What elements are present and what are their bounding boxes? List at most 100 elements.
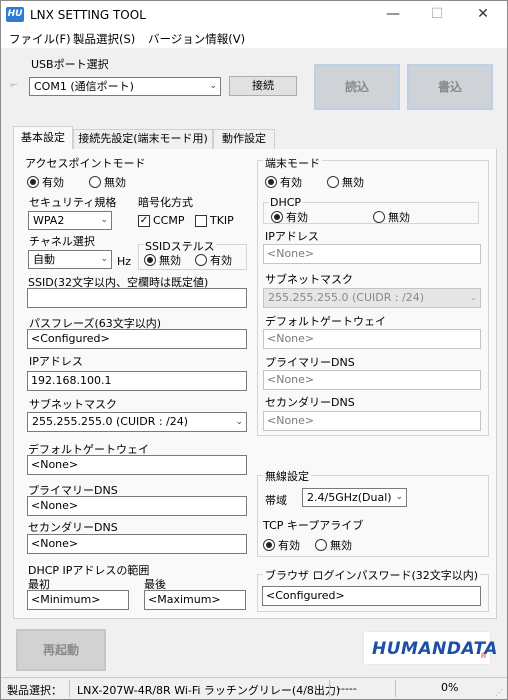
security-select[interactable]: WPA2 ⌄ — [28, 211, 112, 230]
dhcp-label: DHCP — [269, 196, 303, 209]
encryption-label: 暗号化方式 — [138, 196, 193, 209]
radio-icon — [89, 176, 101, 188]
menu-version-info[interactable]: バージョン情報(V) — [148, 31, 245, 47]
tab-basic-settings[interactable]: 基本設定 — [13, 126, 73, 150]
ap-dns2-label-text: セカンダリーDNS — [28, 521, 118, 534]
keepalive-disable-radio[interactable]: 無効 — [315, 537, 352, 553]
status-product-label: 製品選択： — [7, 684, 62, 697]
ap-subnet-value: 255.255.255.0 (CUIDR : /24) — [32, 415, 189, 428]
browser-password-input[interactable]: <Configured> — [262, 586, 481, 606]
channel-value: 自動 — [33, 253, 55, 266]
minimize-button[interactable]: — — [371, 1, 415, 29]
radio-icon — [373, 211, 385, 223]
chevron-down-icon: ⌄ — [100, 215, 108, 225]
tkip-checkbox[interactable]: TKIP — [195, 214, 234, 227]
radio-icon — [271, 211, 283, 223]
security-value: WPA2 — [33, 214, 65, 227]
tab-operation-settings[interactable]: 動作設定 — [213, 129, 275, 149]
channel-label: チャネル選択 — [29, 235, 95, 248]
ccmp-checkbox[interactable]: ✓ CCMP — [138, 214, 185, 227]
tkip-label: TKIP — [210, 214, 234, 227]
terminal-dns1-input[interactable]: <None> — [263, 370, 481, 390]
menu-file[interactable]: ファイル(F) — [9, 31, 71, 47]
passphrase-input[interactable]: <Configured> — [27, 329, 247, 349]
usb-port-select[interactable]: COM1 (通信ポート) ⌄ — [29, 77, 221, 96]
status-separator — [329, 680, 330, 697]
usb-plug-icon: ⟜ — [10, 80, 18, 90]
status-middle: ----- — [337, 682, 357, 695]
band-select[interactable]: 2.4/5GHz(Dual) ⌄ — [302, 488, 407, 507]
ap-dns2-input[interactable]: <None> — [27, 534, 247, 554]
stealth-disable-label: 無効 — [159, 254, 181, 267]
maximize-button[interactable]: ☐ — [415, 1, 459, 29]
ap-ip-label: IPアドレス — [29, 355, 83, 368]
chevron-down-icon: ⌄ — [100, 254, 108, 264]
stealth-enable-radio[interactable]: 有効 — [195, 252, 232, 268]
chevron-down-icon: ⌄ — [235, 417, 243, 427]
browser-password-label: ブラウザ ログインパスワード(32文字以内) — [263, 567, 481, 583]
terminal-gateway-input[interactable]: <None> — [263, 329, 481, 349]
terminal-subnet-label: サブネットマスク — [265, 273, 353, 286]
channel-select[interactable]: 自動 ⌄ — [28, 250, 112, 269]
keepalive-enable-radio[interactable]: 有効 — [263, 537, 300, 553]
menu-bar: ファイル(F) 製品選択(S) バージョン情報(V) — [1, 29, 507, 48]
write-button[interactable]: 書込 — [407, 64, 493, 110]
keepalive-enable-label: 有効 — [278, 539, 300, 552]
terminal-dns2-input[interactable]: <None> — [263, 411, 481, 431]
radio-icon — [263, 539, 275, 551]
window-title: LNX SETTING TOOL — [30, 8, 146, 22]
chevron-down-icon: ⌄ — [209, 81, 217, 91]
band-value: 2.4/5GHz(Dual) — [307, 491, 392, 504]
humandata-logo: HUMANDATA ® — [363, 631, 497, 665]
read-button[interactable]: 読込 — [314, 64, 400, 110]
usb-port-label: USBポート選択 — [31, 58, 109, 71]
app-window: HU LNX SETTING TOOL — ☐ ✕ ファイル(F) 製品選択(S… — [0, 0, 508, 700]
dhcp-enable-label: 有効 — [286, 211, 308, 224]
app-icon: HU — [6, 7, 24, 22]
radio-icon — [265, 176, 277, 188]
band-label: 帯域 — [265, 494, 287, 507]
stealth-disable-radio[interactable]: 無効 — [144, 252, 181, 268]
terminal-subnet-select[interactable]: 255.255.255.0 (CUIDR : /24) ⌄ — [263, 288, 481, 308]
status-product-value: LNX-207W-4R/8R Wi-Fi ラッチングリレー(4/8出力) — [77, 684, 341, 697]
radio-icon — [195, 254, 207, 266]
range-first-input[interactable]: <Minimum> — [27, 590, 129, 610]
ap-ip-input[interactable]: 192.168.100.1 — [27, 371, 247, 391]
chevron-down-icon: ⌄ — [395, 492, 403, 502]
range-last-input[interactable]: <Maximum> — [144, 590, 246, 610]
access-point-group-label: アクセスポイントモード — [25, 157, 146, 170]
tab-destination-settings[interactable]: 接続先設定(端末モード用) — [73, 129, 213, 149]
ap-disable-radio[interactable]: 無効 — [89, 174, 126, 190]
dhcp-enable-radio[interactable]: 有効 — [271, 209, 308, 225]
status-progress: 0% — [441, 681, 459, 694]
dhcp-disable-label: 無効 — [388, 211, 410, 224]
ccmp-label: CCMP — [153, 214, 185, 227]
ap-gateway-input[interactable]: <None> — [27, 455, 247, 475]
terminal-ip-label: IPアドレス — [265, 230, 319, 243]
channel-unit: Hz — [117, 255, 132, 268]
terminal-dns2-label: セカンダリーDNS — [265, 396, 355, 409]
terminal-enable-radio[interactable]: 有効 — [265, 174, 302, 190]
dhcp-disable-radio[interactable]: 無効 — [373, 209, 410, 225]
terminal-enable-label: 有効 — [280, 176, 302, 189]
terminal-gateway-label: デフォルトゲートウェイ — [265, 315, 386, 328]
terminal-ip-input[interactable]: <None> — [263, 244, 481, 264]
restart-button[interactable]: 再起動 — [16, 629, 106, 671]
status-separator — [69, 680, 70, 697]
checkbox-icon — [195, 214, 207, 227]
terminal-mode-label: 端末モード — [263, 155, 322, 171]
ssid-input[interactable] — [27, 288, 247, 308]
chevron-down-icon: ⌄ — [469, 293, 477, 303]
ap-subnet-select[interactable]: 255.255.255.0 (CUIDR : /24) ⌄ — [27, 412, 247, 432]
connect-button[interactable]: 接続 — [229, 76, 297, 96]
menu-product-select[interactable]: 製品選択(S) — [73, 31, 135, 47]
close-button[interactable]: ✕ — [461, 1, 505, 29]
ap-enable-radio[interactable]: 有効 — [27, 174, 64, 190]
terminal-disable-radio[interactable]: 無効 — [327, 174, 364, 190]
ap-subnet-label: サブネットマスク — [29, 398, 117, 411]
resize-grip-icon[interactable]: ⋰ — [495, 688, 505, 698]
title-bar: HU LNX SETTING TOOL — ☐ ✕ — [1, 1, 507, 29]
terminal-dns1-label: プライマリーDNS — [265, 356, 355, 369]
ap-dns1-input[interactable]: <None> — [27, 496, 247, 516]
ap-disable-label: 無効 — [104, 176, 126, 189]
